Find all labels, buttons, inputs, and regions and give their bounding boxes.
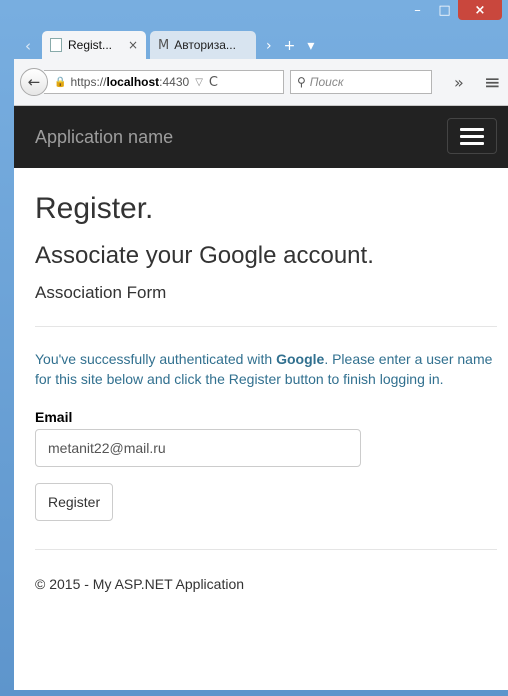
navigation-toolbar: 🔒 https://localhost:4430 ▽ C ← ⚲ Поиск »… <box>14 59 508 106</box>
form-heading: Association Form <box>35 283 167 302</box>
divider <box>35 326 497 327</box>
search-placeholder: Поиск <box>309 75 344 89</box>
tab-scroll-left-icon[interactable]: ‹ <box>14 33 42 59</box>
brand-link[interactable]: Application name <box>35 127 173 148</box>
hamburger-bar <box>460 134 484 138</box>
address-bar[interactable]: 🔒 https://localhost:4430 ▽ C <box>44 70 284 94</box>
tab-scroll-right-icon[interactable]: › <box>260 33 278 59</box>
close-window-button[interactable]: × <box>458 0 502 20</box>
tab-authorization[interactable]: M Авториза... <box>150 31 256 59</box>
minimize-button[interactable]: – <box>404 0 431 20</box>
app-navbar: Application name <box>14 106 508 168</box>
register-button[interactable]: Register <box>35 483 114 521</box>
tab-label: Авториза... <box>174 38 236 52</box>
info-message: You've successfully authenticated with G… <box>35 349 497 389</box>
tab-register[interactable]: Regist... × <box>42 31 146 59</box>
email-field[interactable]: metanit22@mail.ru <box>35 429 361 467</box>
search-input[interactable]: ⚲ Поиск <box>290 70 432 94</box>
tab-close-icon[interactable]: × <box>128 38 138 52</box>
page-icon <box>50 38 62 52</box>
page-viewport: Application name Register. Associate you… <box>14 106 508 690</box>
back-button[interactable]: ← <box>20 68 48 96</box>
hamburger-bar <box>460 127 484 131</box>
main-content: Register. Associate your Google account.… <box>14 192 508 592</box>
email-label: Email <box>35 409 73 425</box>
window-controls: – □ × <box>404 0 502 20</box>
tab-label: Regist... <box>68 38 113 52</box>
gmail-icon: M <box>158 37 170 53</box>
page-title: Register. <box>35 192 154 225</box>
new-tab-icon[interactable]: + <box>278 33 302 59</box>
title-bar: – □ × ‹ Regist... × M Авториза... › + ▾ <box>0 0 508 66</box>
footer-divider <box>35 549 497 550</box>
overflow-icon[interactable]: » <box>454 73 464 92</box>
browser-window: – □ × ‹ Regist... × M Авториза... › + ▾ … <box>0 0 508 696</box>
navbar-toggle-button[interactable] <box>447 118 497 154</box>
url-port: :4430 <box>159 75 190 89</box>
reload-icon[interactable]: C <box>209 75 218 90</box>
footer-text: © 2015 - My ASP.NET Application <box>35 576 245 592</box>
lock-icon: 🔒 <box>54 76 67 88</box>
maximize-button[interactable]: □ <box>431 0 458 20</box>
tab-strip: ‹ Regist... × M Авториза... › + ▾ <box>14 31 320 59</box>
menu-icon[interactable]: ≡ <box>484 70 501 94</box>
history-dropdown-icon[interactable]: ▽ <box>195 77 203 88</box>
url-host: localhost <box>106 75 160 89</box>
back-arrow-icon: ← <box>27 73 41 91</box>
hamburger-bar <box>460 141 484 145</box>
provider-name: Google <box>276 351 325 367</box>
info-text-start: You've successfully authenticated with <box>35 351 277 367</box>
tab-list-icon[interactable]: ▾ <box>301 33 320 59</box>
url-prefix: https:// <box>70 75 107 89</box>
search-icon: ⚲ <box>297 75 306 89</box>
page-subtitle: Associate your Google account. <box>35 242 374 269</box>
